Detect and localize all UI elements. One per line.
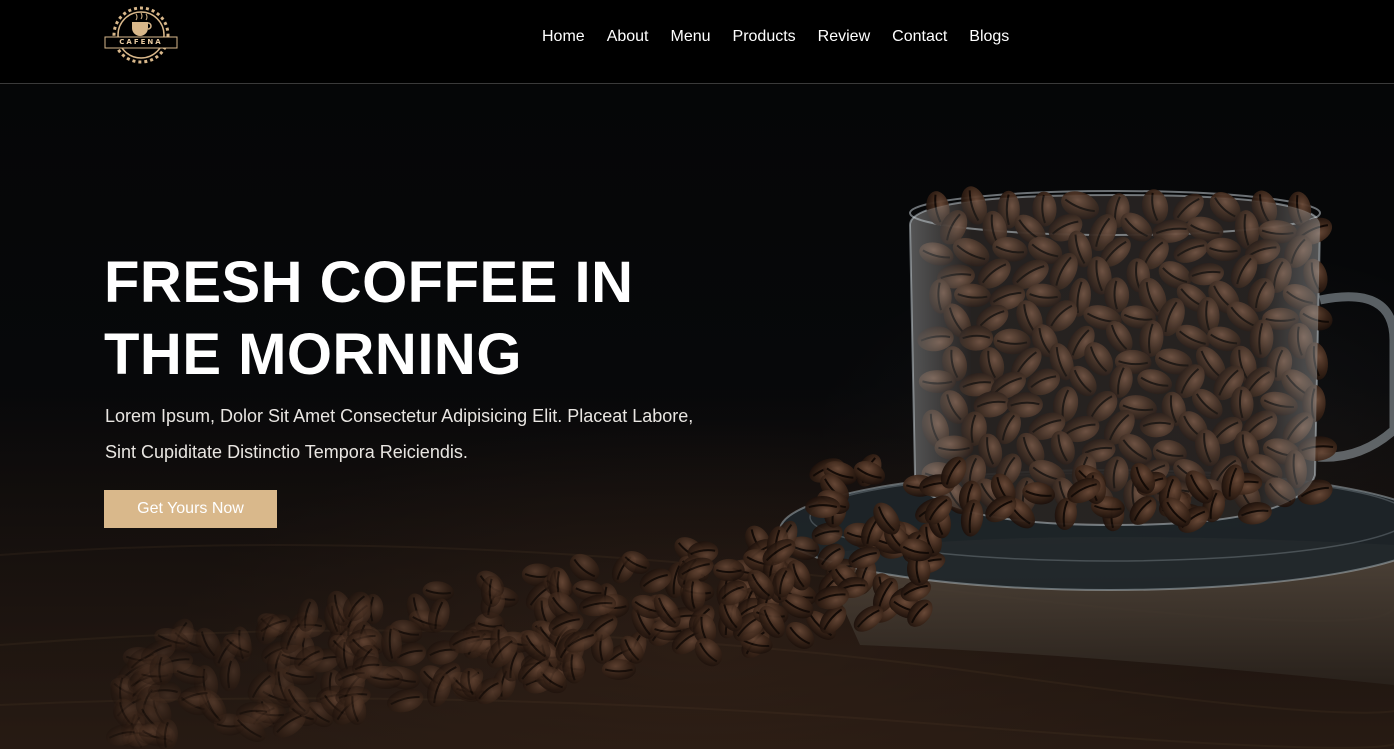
nav-blogs[interactable]: Blogs — [958, 26, 1020, 48]
nav-home[interactable]: Home — [531, 26, 596, 48]
hero-description: Lorem Ipsum, Dolor Sit Amet Consectetur … — [105, 406, 694, 462]
main-nav: Home About Menu Products Review Contact … — [531, 26, 1020, 48]
hero-section: FRESH COFFEE IN THE MORNING Lorem Ipsum,… — [0, 85, 1394, 749]
nav-about[interactable]: About — [596, 26, 660, 48]
nav-products[interactable]: Products — [722, 26, 807, 48]
nav-menu[interactable]: Menu — [660, 26, 722, 48]
cafena-logo[interactable]: CAFENA — [103, 4, 179, 66]
hero-title: FRESH COFFEE IN THE MORNING — [104, 250, 634, 387]
get-yours-now-button[interactable]: Get Yours Now — [104, 490, 277, 528]
nav-contact[interactable]: Contact — [881, 26, 958, 48]
page: CAFENA Home About Menu Products Review C… — [0, 0, 1394, 749]
site-header: CAFENA Home About Menu Products Review C… — [0, 0, 1394, 84]
logo-text: CAFENA — [119, 38, 163, 46]
logo-emblem-icon — [104, 6, 178, 64]
nav-review[interactable]: Review — [807, 26, 881, 48]
